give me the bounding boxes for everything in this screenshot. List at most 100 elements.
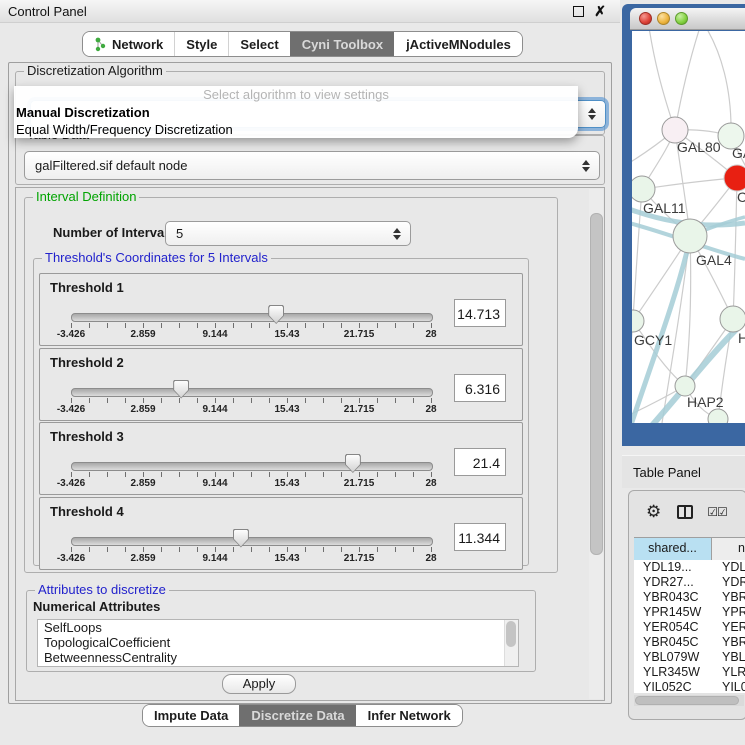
threshold-label: Threshold 4 bbox=[50, 504, 124, 519]
axis-tick-label: 2.859 bbox=[130, 478, 155, 489]
network-graph: GAL80GACGAL11GAL4GCY1HHAP2 bbox=[632, 31, 745, 423]
table-row[interactable]: YPR145WYPR1... bbox=[634, 605, 745, 620]
split-view-icon[interactable] bbox=[677, 505, 693, 519]
cell-name: YDL1... bbox=[711, 560, 745, 575]
threshold-coordinates-label: Threshold's Coordinates for 5 Intervals bbox=[42, 251, 271, 265]
network-node-label: GCY1 bbox=[634, 332, 672, 348]
table-row[interactable]: YIL052CYIL0... bbox=[634, 680, 745, 693]
threshold-slider-track[interactable] bbox=[71, 313, 433, 322]
axis-tick-label: 15.43 bbox=[274, 478, 299, 489]
network-tab-icon bbox=[94, 37, 106, 52]
network-node-label: H bbox=[738, 330, 745, 346]
table-row[interactable]: YLR345WYLR3... bbox=[634, 665, 745, 680]
network-edge bbox=[702, 31, 731, 136]
axis-tick-label: 15.43 bbox=[274, 553, 299, 564]
threshold-slider-track[interactable] bbox=[71, 462, 433, 471]
network-edge bbox=[648, 31, 675, 130]
mac-zoom-icon[interactable] bbox=[675, 12, 688, 25]
threshold-value-field[interactable]: 14.713 bbox=[454, 299, 506, 327]
threshold-slider-track[interactable] bbox=[71, 537, 433, 546]
axis-tick-label: 15.43 bbox=[274, 329, 299, 340]
network-node-gcy1[interactable] bbox=[632, 310, 644, 332]
tab-cyni-toolbox[interactable]: Cyni Toolbox bbox=[290, 32, 394, 56]
tab-label: Impute Data bbox=[154, 708, 228, 723]
table-data-combobox[interactable]: galFiltered.sif default node bbox=[24, 151, 600, 180]
numerical-attributes-list[interactable]: SelfLoopsTopologicalCoefficientBetweenne… bbox=[37, 619, 519, 667]
table-row[interactable]: YDL19...YDL1... bbox=[634, 560, 745, 575]
slider-tick-marks bbox=[71, 398, 432, 403]
cell-shared-name: YBR043C bbox=[634, 590, 711, 605]
network-node-c[interactable] bbox=[724, 165, 745, 191]
tab-jactivemnodules[interactable]: jActiveMNodules bbox=[394, 32, 522, 56]
dropdown-option-manual-discretization[interactable]: Manual Discretization bbox=[14, 104, 578, 121]
table-row[interactable]: YBL079WYBL0... bbox=[634, 650, 745, 665]
column-header-shared-name[interactable]: shared... bbox=[634, 538, 712, 560]
network-node-label: GAL4 bbox=[696, 252, 732, 268]
threshold-value-field[interactable]: 11.344 bbox=[454, 523, 506, 551]
close-icon[interactable]: ✗ bbox=[594, 4, 606, 18]
control-panel: Control Panel ✗ NetworkStyleSelectCyni T… bbox=[0, 0, 620, 745]
threshold-panel-3: Threshold 3-3.4262.8599.14415.4321.71528… bbox=[39, 422, 523, 495]
number-of-intervals-combobox[interactable]: 5 bbox=[165, 221, 411, 246]
network-node-label: HAP2 bbox=[687, 394, 724, 410]
mac-close-icon[interactable] bbox=[639, 12, 652, 25]
table-row[interactable]: YER054CYER0... bbox=[634, 620, 745, 635]
tab-label: Style bbox=[186, 37, 217, 52]
slider-axis-labels: -3.4262.8599.14415.4321.71528 bbox=[71, 478, 431, 490]
tab-select[interactable]: Select bbox=[228, 32, 289, 56]
attribute-item-topologicalcoefficient[interactable]: TopologicalCoefficient bbox=[38, 635, 518, 650]
threshold-value-field[interactable]: 6.316 bbox=[454, 374, 506, 402]
threshold-panel-2: Threshold 2-3.4262.8599.14415.4321.71528… bbox=[39, 348, 523, 421]
network-window-titlebar[interactable] bbox=[630, 8, 745, 30]
cell-shared-name: YDR27... bbox=[634, 575, 711, 590]
attributes-list-scrollbar[interactable] bbox=[504, 620, 518, 666]
table-panel-title: Table Panel bbox=[622, 465, 701, 480]
cell-shared-name: YER054C bbox=[634, 620, 711, 635]
network-canvas[interactable]: GAL80GACGAL11GAL4GCY1HHAP2 bbox=[632, 31, 745, 423]
network-node[interactable] bbox=[708, 409, 728, 423]
tab-impute-data[interactable]: Impute Data bbox=[143, 705, 239, 726]
tab-network[interactable]: Network bbox=[83, 32, 174, 56]
network-node-label: GAL11 bbox=[643, 200, 686, 216]
network-node-gal4[interactable] bbox=[673, 219, 707, 253]
network-node-h[interactable] bbox=[720, 306, 745, 332]
axis-tick-label: 21.715 bbox=[344, 478, 375, 489]
tab-label: Infer Network bbox=[368, 708, 451, 723]
table-body[interactable]: YDL19...YDL1...YDR27...YDR2...YBR043CYBR… bbox=[634, 560, 745, 693]
axis-tick-label: 28 bbox=[425, 553, 436, 564]
slider-axis-labels: -3.4262.8599.14415.4321.71528 bbox=[71, 329, 431, 341]
network-node-label: GAL80 bbox=[677, 139, 721, 155]
table-row[interactable]: YBR045CYBR0... bbox=[634, 635, 745, 650]
column-header-name[interactable]: n... bbox=[712, 538, 745, 560]
axis-tick-label: 28 bbox=[425, 329, 436, 340]
axis-tick-label: 21.715 bbox=[344, 329, 375, 340]
cell-name: YER0... bbox=[711, 620, 745, 635]
interval-definition-group: Interval Definition Number of Intervals … bbox=[24, 197, 558, 573]
table-row[interactable]: YDR27...YDR2... bbox=[634, 575, 745, 590]
select-columns-icon[interactable]: ☑☑ bbox=[707, 505, 727, 519]
table-toolbar: ⚙ ☑☑ bbox=[629, 491, 745, 533]
threshold-panel-4: Threshold 4-3.4262.8599.14415.4321.71528… bbox=[39, 497, 523, 570]
attribute-item-betweennesscentrality[interactable]: BetweennessCentrality bbox=[38, 650, 518, 665]
network-node-gal11[interactable] bbox=[632, 176, 655, 202]
mac-minimize-icon[interactable] bbox=[657, 12, 670, 25]
number-of-intervals-value: 5 bbox=[166, 226, 393, 241]
settings-vertical-scrollbar[interactable] bbox=[589, 189, 603, 699]
attribute-item-selfloops[interactable]: SelfLoops bbox=[38, 620, 518, 635]
network-view-window: GAL80GACGAL11GAL4GCY1HHAP2 bbox=[622, 4, 745, 446]
network-node-hap2[interactable] bbox=[675, 376, 695, 396]
axis-tick-label: 9.144 bbox=[202, 404, 227, 415]
dropdown-option-equal-width-frequency-discretization[interactable]: Equal Width/Frequency Discretization bbox=[14, 121, 578, 138]
dropdown-placeholder-option[interactable]: Select algorithm to view settings bbox=[14, 86, 578, 104]
apply-button[interactable]: Apply bbox=[222, 674, 296, 694]
table-row[interactable]: YBR043CYBR0... bbox=[634, 590, 745, 605]
float-window-icon[interactable] bbox=[573, 6, 584, 17]
tab-discretize-data[interactable]: Discretize Data bbox=[239, 705, 355, 726]
threshold-slider-track[interactable] bbox=[71, 388, 433, 397]
gear-icon[interactable]: ⚙ bbox=[646, 502, 661, 522]
table-horizontal-scrollbar[interactable] bbox=[634, 695, 744, 706]
threshold-value-field[interactable]: 21.4 bbox=[454, 448, 506, 476]
tab-infer-network[interactable]: Infer Network bbox=[356, 705, 462, 726]
tab-style[interactable]: Style bbox=[174, 32, 228, 56]
axis-tick-label: 2.859 bbox=[130, 404, 155, 415]
